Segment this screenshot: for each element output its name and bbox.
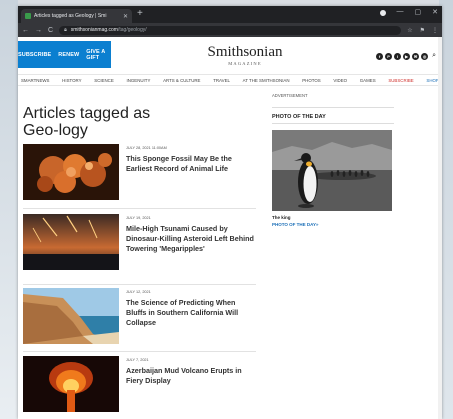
article-divider <box>23 351 256 352</box>
photo-of-the-day-link[interactable]: PHOTO OF THE DAY» <box>272 222 319 227</box>
nav-science[interactable]: SCIENCE <box>94 78 114 83</box>
logo-subtitle: MAGAZINE <box>228 61 262 66</box>
instagram-icon[interactable]: I <box>394 52 402 60</box>
logo-wordmark: Smithsonian <box>207 44 283 60</box>
smithsonian-logo[interactable]: Smithsonian MAGAZINE <box>205 44 285 67</box>
profile-avatar-icon[interactable] <box>379 10 386 16</box>
article-card[interactable]: JULY 19, 2021 Mile-High Tsunami Caused b… <box>23 214 256 270</box>
page-title: Articles tagged as Geo-logy <box>23 104 151 139</box>
smithsonian-favicon-icon <box>25 13 31 19</box>
article-date: JULY 28, 2021 11:00AM <box>126 146 167 150</box>
toolbar-icons: ☆ ⚑ ⋮ <box>407 27 438 34</box>
article-card[interactable]: JULY 12, 2021 The Science of Predicting … <box>23 288 256 344</box>
pinterest-icon[interactable]: P <box>385 52 393 60</box>
article-title-link[interactable]: The Science of Predicting When Bluffs in… <box>126 298 254 328</box>
menu-kebab-icon[interactable]: ⋮ <box>432 27 438 34</box>
search-icon[interactable]: ⌕ <box>432 52 436 60</box>
article-title-link[interactable]: Azerbaijan Mud Volcano Erupts in Fiery D… <box>126 366 254 386</box>
close-tab-icon[interactable]: ✕ <box>123 13 128 20</box>
browser-toolbar: ← → C 🔒︎ smithsonianmag.com/tag/geology/… <box>18 23 442 37</box>
nav-arts-culture[interactable]: ARTS & CULTURE <box>163 78 200 83</box>
tab-strip: Articles tagged as Geology | Smi ✕ + — ▢… <box>18 6 442 23</box>
nav-shop[interactable]: SHOP <box>426 78 438 83</box>
newsletter-icon[interactable]: ✉ <box>412 52 420 60</box>
social-links: f P I ▶ ✉ ◎ ⌕ <box>376 52 436 60</box>
new-tab-button[interactable]: + <box>137 9 143 19</box>
forward-button[interactable]: → <box>35 27 42 34</box>
subscribe-banner: SUBSCRIBE RENEW GIVE A GIFT <box>18 41 111 68</box>
article-thumbnail-california-bluffs[interactable] <box>23 288 119 344</box>
photo-of-the-day-heading: PHOTO OF THE DAY <box>272 107 394 124</box>
article-thumbnail-mud-volcano[interactable] <box>23 356 119 412</box>
nav-photos[interactable]: PHOTOS <box>302 78 320 83</box>
url-text: smithsonianmag.com/tag/geology/ <box>70 27 147 33</box>
back-button[interactable]: ← <box>22 27 29 34</box>
article-date: JULY 12, 2021 <box>126 290 151 294</box>
close-window-button[interactable]: ✕ <box>432 8 438 16</box>
article-thumbnail-asteroid-tsunami[interactable] <box>23 214 119 270</box>
nav-history[interactable]: HISTORY <box>62 78 81 83</box>
tab-title: Articles tagged as Geology | Smi <box>34 13 107 19</box>
renew-link[interactable]: RENEW <box>58 52 79 58</box>
nav-ingenuity[interactable]: INGENUITY <box>126 78 150 83</box>
article-thumbnail-sponge-fossil[interactable] <box>23 144 119 200</box>
photo-caption: The king <box>272 215 291 220</box>
site-header: SUBSCRIBE RENEW GIVE A GIFT Smithsonian … <box>18 37 442 74</box>
bookmark-star-icon[interactable]: ☆ <box>407 27 412 34</box>
give-gift-link[interactable]: GIVE A GIFT <box>86 49 111 61</box>
flipboard-icon[interactable]: ◎ <box>421 52 429 60</box>
maximize-button[interactable]: ▢ <box>415 8 422 16</box>
main-nav: SMARTNEWS HISTORY SCIENCE INGENUITY ARTS… <box>18 74 442 86</box>
article-date: JULY 19, 2021 <box>126 216 151 220</box>
lock-icon: 🔒︎ <box>64 27 67 33</box>
nav-games[interactable]: GAMES <box>360 78 376 83</box>
nav-travel[interactable]: TRAVEL <box>213 78 230 83</box>
nav-smartnews[interactable]: SMARTNEWS <box>21 78 49 83</box>
article-divider <box>23 284 256 285</box>
tab-articles-geology[interactable]: Articles tagged as Geology | Smi ✕ <box>21 9 132 23</box>
article-divider <box>23 208 256 209</box>
article-title-link[interactable]: This Sponge Fossil May Be the Earliest R… <box>126 154 254 174</box>
extension-icon[interactable]: ⚑ <box>420 27 425 34</box>
window-controls: — ▢ ✕ <box>379 8 438 16</box>
nav-at-the-smithsonian[interactable]: AT THE SMITHSONIAN <box>243 78 290 83</box>
article-date: JULY 7, 2021 <box>126 358 149 362</box>
nav-subscribe[interactable]: SUBSCRIBE <box>388 78 413 83</box>
page-scrollbar[interactable] <box>438 37 442 419</box>
minimize-button[interactable]: — <box>397 8 404 16</box>
address-bar[interactable]: 🔒︎ smithsonianmag.com/tag/geology/ <box>59 25 402 35</box>
desktop-background-left <box>0 0 18 419</box>
reload-button[interactable]: C <box>48 27 53 34</box>
advertisement-label: ADVERTISEMENT <box>272 93 308 98</box>
facebook-icon[interactable]: f <box>376 52 384 60</box>
youtube-icon[interactable]: ▶ <box>403 52 411 60</box>
article-title-link[interactable]: Mile-High Tsunami Caused by Dinosaur-Kil… <box>126 224 254 254</box>
article-card[interactable]: JULY 7, 2021 Azerbaijan Mud Volcano Erup… <box>23 356 256 412</box>
photo-of-the-day-penguin-image[interactable] <box>272 130 392 211</box>
nav-video[interactable]: VIDEO <box>333 78 347 83</box>
subscribe-link[interactable]: SUBSCRIBE <box>18 52 51 58</box>
article-card[interactable]: JULY 28, 2021 11:00AM This Sponge Fossil… <box>23 144 256 200</box>
browser-window: Articles tagged as Geology | Smi ✕ + — ▢… <box>18 6 442 419</box>
